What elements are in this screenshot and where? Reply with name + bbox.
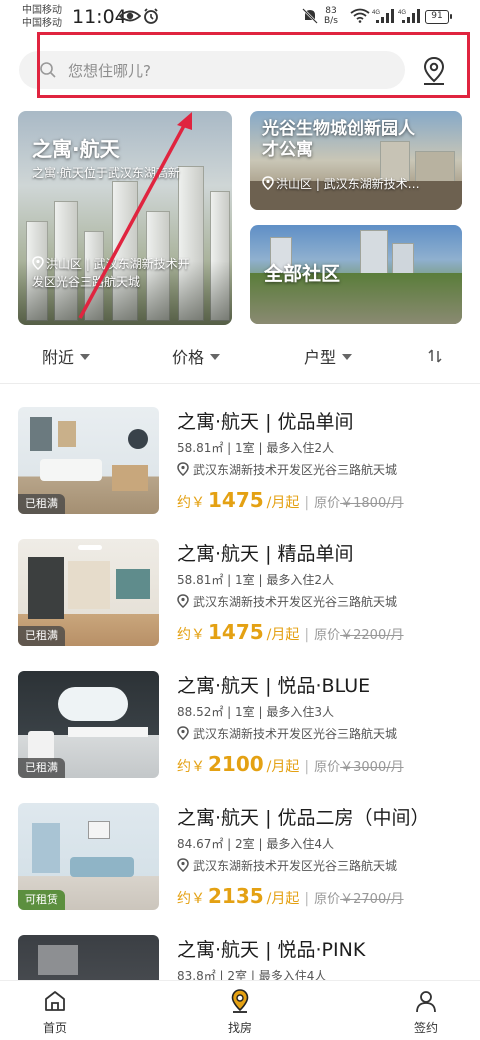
listing-thumbnail: 已租满 — [18, 407, 159, 514]
banner-main-subtitle: 之寓·航天位于武汉东湖高新 — [32, 166, 180, 180]
listing-price: 约￥ 2100/月起 | 原价￥3000/月 — [177, 752, 404, 776]
banner-main-location: 洪山区 | 武汉东湖新技术开 发区光谷三路航天城 — [32, 256, 190, 289]
location-pin-icon — [32, 256, 44, 270]
listing-title: 之寓·航天 | 优品单间 — [177, 411, 354, 433]
listing-meta: 58.81㎡ | 1室 | 最多入住2人 — [177, 441, 334, 455]
listing-meta: 58.81㎡ | 1室 | 最多入住2人 — [177, 573, 334, 587]
listing-thumbnail — [18, 935, 159, 980]
listing-address: 武汉东湖新技术开发区光谷三路航天城 — [177, 857, 397, 874]
user-icon — [416, 991, 436, 1013]
divider — [0, 383, 480, 384]
banner-bio-title: 光谷生物城创新园人 才公寓 — [262, 119, 415, 160]
listing-title: 之寓·航天 | 悦品·BLUE — [177, 675, 371, 697]
status-bar: 中国移动 中国移动 11:04 83 B/s 4G 4G 91 — [0, 0, 480, 36]
filter-price[interactable]: 价格 — [172, 344, 221, 368]
banner-bio-location: 洪山区 | 武汉东湖新技术… — [262, 175, 420, 193]
banner-all-title: 全部社区 — [264, 263, 341, 285]
location-pin-icon — [177, 726, 189, 740]
listing-address: 武汉东湖新技术开发区光谷三路航天城 — [177, 593, 397, 610]
banner-aerospace[interactable]: 之寓·航天 之寓·航天位于武汉东湖高新 洪山区 | 武汉东湖新技术开 发区光谷三路… — [18, 111, 232, 325]
wifi-icon — [350, 8, 370, 23]
home-icon — [45, 991, 65, 1011]
banner-main-title: 之寓·航天 — [32, 137, 120, 161]
listing-item[interactable]: 已租满 之寓·航天 | 优品单间 58.81㎡ | 1室 | 最多入住2人 武汉… — [0, 407, 480, 537]
banner-biotech-city[interactable]: 光谷生物城创新园人 才公寓 洪山区 | 武汉东湖新技术… — [250, 111, 462, 210]
banner-all-communities[interactable]: 全部社区 — [250, 225, 462, 324]
eye-icon — [119, 10, 141, 22]
listing-meta: 88.52㎡ | 1室 | 最多入住3人 — [177, 705, 334, 719]
listing-thumbnail: 已租满 — [18, 539, 159, 646]
filter-layout[interactable]: 户型 — [304, 344, 353, 368]
alarm-icon — [144, 8, 158, 24]
nav-find[interactable]: 找房 — [210, 989, 270, 1036]
listing-thumbnail: 已租满 — [18, 671, 159, 778]
listing-item[interactable]: 已租满 之寓·航天 | 悦品·BLUE 88.52㎡ | 1室 | 最多入住3人… — [0, 671, 480, 801]
listing-meta: 83.8㎡ | 2室 | 最多入住4人 — [177, 969, 327, 980]
location-pin-icon — [262, 176, 274, 190]
bottom-nav: 首页 找房 签约 — [0, 980, 480, 1040]
sort-icon[interactable] — [428, 349, 442, 363]
signal-4g-icon-2: 4G — [398, 9, 420, 23]
find-home-pin-icon — [231, 989, 249, 1013]
carrier-2: 中国移动 — [22, 18, 62, 29]
listing-item[interactable]: 已租满 之寓·航天 | 精品单间 58.81㎡ | 1室 | 最多入住2人 武汉… — [0, 539, 480, 669]
caret-down-icon — [80, 354, 91, 360]
signal-4g-icon-1: 4G — [372, 9, 394, 23]
status-badge: 已租满 — [18, 494, 65, 514]
nav-home[interactable]: 首页 — [25, 989, 85, 1036]
carrier-1: 中国移动 — [22, 5, 62, 16]
location-pin-icon — [177, 858, 189, 872]
search-highlight-box — [37, 32, 470, 98]
listing-item[interactable]: 可租赁 之寓·航天 | 优品二房（中间） 84.67㎡ | 2室 | 最多入住4… — [0, 803, 480, 933]
listing-address: 武汉东湖新技术开发区光谷三路航天城 — [177, 725, 397, 742]
location-pin-icon — [177, 462, 189, 476]
filter-nearby[interactable]: 附近 — [42, 344, 91, 368]
caret-down-icon — [210, 354, 221, 360]
filter-bar: 附近 价格 户型 — [0, 336, 480, 376]
listing-price: 约￥ 1475/月起 | 原价￥1800/月 — [177, 488, 404, 512]
battery-indicator: 91 — [425, 10, 452, 24]
listing-thumbnail: 可租赁 — [18, 803, 159, 910]
network-speed: 83 B/s — [324, 6, 338, 26]
mute-bell-icon — [302, 8, 318, 24]
listing-title: 之寓·航天 | 精品单间 — [177, 543, 354, 565]
listing-title: 之寓·航天 | 优品二房（中间） — [177, 807, 430, 829]
status-badge: 可租赁 — [18, 890, 65, 910]
listing-title: 之寓·航天 | 悦品·PINK — [177, 939, 366, 961]
location-pin-icon — [177, 594, 189, 608]
listing-meta: 84.67㎡ | 2室 | 最多入住4人 — [177, 837, 334, 851]
listing-address: 武汉东湖新技术开发区光谷三路航天城 — [177, 461, 397, 478]
caret-down-icon — [342, 354, 353, 360]
svg-text:4G: 4G — [372, 10, 380, 16]
listing-price: 约￥ 2135/月起 | 原价￥2700/月 — [177, 884, 404, 908]
nav-contract[interactable]: 签约 — [396, 989, 456, 1036]
status-badge: 已租满 — [18, 626, 65, 646]
status-badge: 已租满 — [18, 758, 65, 778]
listing-item[interactable]: 之寓·航天 | 悦品·PINK 83.8㎡ | 2室 | 最多入住4人 — [0, 935, 480, 980]
listing-price: 约￥ 1475/月起 | 原价￥2200/月 — [177, 620, 404, 644]
svg-text:4G: 4G — [398, 10, 406, 16]
